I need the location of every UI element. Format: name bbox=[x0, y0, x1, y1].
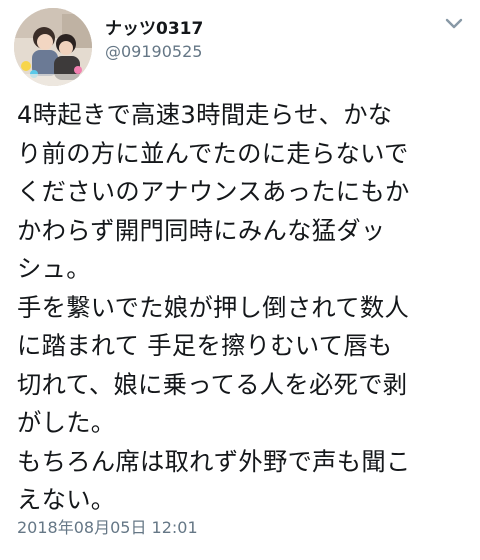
tweet-text-line: くださいのアナウンスあったにもか bbox=[17, 177, 410, 206]
tweet-text-line: シュ。 bbox=[17, 254, 91, 283]
tweet-text-line: 切れて、娘に乗ってる人を必死で剥 bbox=[17, 369, 408, 399]
tweet-text-line: 手を繋いでた娘が押し倒されて数人 bbox=[17, 292, 410, 322]
tweet-text-line: もちろん席は取れず外野で声も聞こ bbox=[17, 446, 411, 476]
tweet-text-line: がした。 bbox=[17, 408, 116, 437]
avatar[interactable] bbox=[14, 8, 92, 86]
profile-photo-icon bbox=[14, 8, 92, 86]
tweet-text: 4時起きで高速3時間走らせ、かな り前の方に並んでたのに走らないで くださいのア… bbox=[17, 96, 467, 520]
author-handle[interactable]: @09190525 bbox=[105, 42, 202, 61]
chevron-down-icon[interactable] bbox=[442, 14, 466, 34]
tweet-text-line: 4時起きで高速3時間走らせ、かな bbox=[17, 100, 393, 129]
tweet-text-line: かわらず開門同時にみんな猛ダッ bbox=[17, 215, 386, 245]
tweet-card: ナッツ0317 @09190525 4時起きで高速3時間走らせ、かな り前の方に… bbox=[0, 0, 480, 560]
tweet-timestamp: 2018年08月05日 12:01 bbox=[17, 518, 198, 537]
tweet-text-line: に踏まれて 手足を擦りむいて唇も bbox=[17, 331, 393, 360]
tweet-text-line: り前の方に並んでたのに走らないで bbox=[17, 138, 409, 168]
author-display-name[interactable]: ナッツ0317 bbox=[105, 14, 203, 39]
